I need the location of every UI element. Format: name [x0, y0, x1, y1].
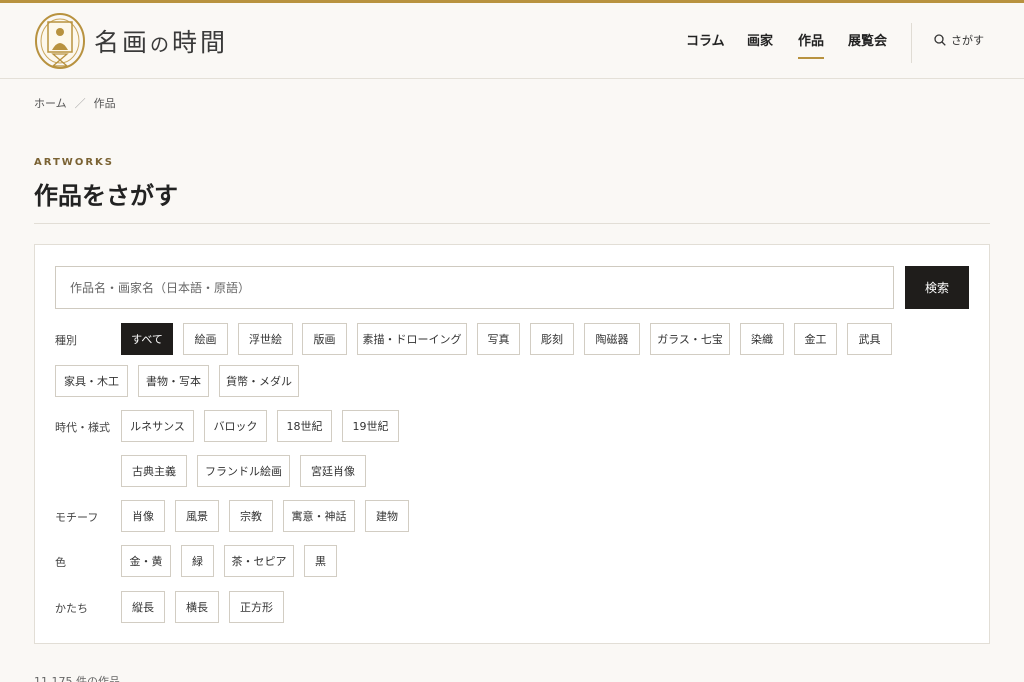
- filter-type-coins[interactable]: 貨幣・メダル: [219, 365, 299, 397]
- breadcrumb-current: 作品: [93, 97, 116, 110]
- filter-shape-portrait[interactable]: 縦長: [121, 591, 165, 623]
- nav-column[interactable]: コラム: [686, 30, 725, 49]
- filter-color-brown-sepia[interactable]: 茶・セピア: [224, 545, 294, 577]
- nav-artists[interactable]: 画家: [747, 30, 773, 49]
- filter-label-color: 色: [55, 556, 66, 569]
- filter-motif-landscape[interactable]: 風景: [175, 500, 219, 532]
- header-search-link[interactable]: さがす: [934, 32, 984, 48]
- filter-type-ukiyoe[interactable]: 浮世絵: [238, 323, 293, 355]
- filter-type-all[interactable]: すべて: [121, 323, 173, 355]
- nav-active-indicator: [798, 57, 824, 59]
- filter-type-books[interactable]: 書物・写本: [138, 365, 209, 397]
- search-link-label: さがす: [951, 34, 984, 47]
- search-button[interactable]: 検索: [905, 266, 969, 309]
- filter-label-motif: モチーフ: [55, 511, 99, 524]
- site-header: 名画の時間 コラム 画家 作品 展覧会 さがす: [0, 3, 1024, 79]
- filter-motif-allegory[interactable]: 寓意・神話: [283, 500, 355, 532]
- filter-type-furniture[interactable]: 家具・木工: [55, 365, 128, 397]
- filter-era-18c[interactable]: 18世紀: [277, 410, 332, 442]
- filter-type-glass-enamel[interactable]: ガラス・七宝: [650, 323, 730, 355]
- nav-exhibitions[interactable]: 展覧会: [848, 30, 887, 49]
- filter-shape-landscape[interactable]: 横長: [175, 591, 219, 623]
- filter-label-shape: かたち: [55, 602, 88, 615]
- filter-type-metalwork[interactable]: 金工: [794, 323, 837, 355]
- search-icon: [934, 34, 946, 46]
- filter-era-baroque[interactable]: バロック: [204, 410, 267, 442]
- filter-type-photo[interactable]: 写真: [477, 323, 520, 355]
- filter-type-arms-armor[interactable]: 武具: [847, 323, 892, 355]
- filter-motif-religion[interactable]: 宗教: [229, 500, 273, 532]
- filter-era-19c[interactable]: 19世紀: [342, 410, 399, 442]
- filter-color-green[interactable]: 緑: [181, 545, 214, 577]
- brand-name[interactable]: 名画の時間: [94, 23, 228, 59]
- artwork-search-input[interactable]: [55, 266, 894, 309]
- filter-color-gold-yellow[interactable]: 金・黄: [121, 545, 171, 577]
- brand-logo[interactable]: [34, 12, 86, 70]
- breadcrumb-separator: ／: [74, 97, 86, 110]
- filter-type-drawing[interactable]: 素描・ドローイング: [357, 323, 467, 355]
- filter-motif-portrait[interactable]: 肖像: [121, 500, 165, 532]
- filter-era-renaissance[interactable]: ルネサンス: [121, 410, 194, 442]
- filter-type-print[interactable]: 版画: [302, 323, 347, 355]
- page-title: 作品をさがす: [34, 182, 178, 210]
- filter-type-ceramics[interactable]: 陶磁器: [584, 323, 640, 355]
- filter-color-black[interactable]: 黒: [304, 545, 337, 577]
- breadcrumb-home[interactable]: ホーム: [34, 97, 67, 110]
- title-divider: [34, 223, 990, 224]
- filter-type-textiles[interactable]: 染織: [740, 323, 784, 355]
- filter-era-flemish[interactable]: フランドル絵画: [197, 455, 290, 487]
- filter-label-era: 時代・様式: [55, 421, 110, 434]
- filter-shape-square[interactable]: 正方形: [229, 591, 284, 623]
- filter-type-sculpture[interactable]: 彫刻: [530, 323, 574, 355]
- filter-era-classicism[interactable]: 古典主義: [121, 455, 187, 487]
- section-eyebrow: ARTWORKS: [34, 157, 114, 168]
- result-count: 11,175 件の作品: [34, 675, 120, 682]
- filter-era-court-portrait[interactable]: 宮廷肖像: [300, 455, 366, 487]
- filter-motif-architecture[interactable]: 建物: [365, 500, 409, 532]
- nav-artworks[interactable]: 作品: [798, 30, 824, 49]
- filter-type-painting[interactable]: 絵画: [183, 323, 228, 355]
- nav-divider: [911, 23, 912, 63]
- breadcrumb: ホーム ／ 作品: [34, 95, 116, 111]
- filter-label-type: 種別: [55, 334, 77, 347]
